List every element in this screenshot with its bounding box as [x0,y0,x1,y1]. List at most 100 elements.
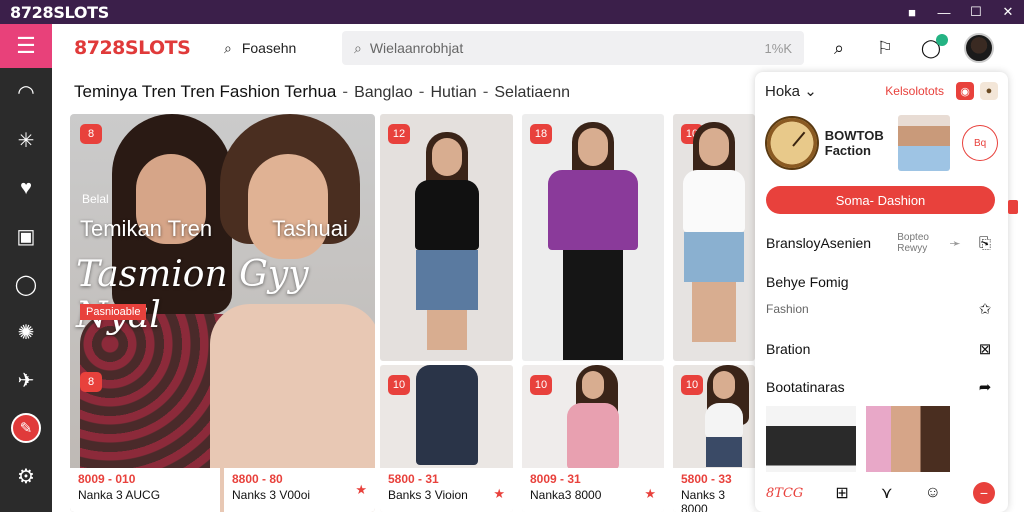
promo-image [898,115,951,171]
product-card[interactable]: 18 [522,114,664,361]
product-price: 8800 - 80 [232,472,283,486]
window-title: 8728SLOTS [10,2,110,22]
product-model [414,132,479,350]
product-card[interactable]: 12 [380,114,513,361]
signature-logo: 8TCG [766,485,804,501]
search-placeholder: Wielaanrobhjat [369,40,464,56]
product-price: 8009 - 010 [78,472,136,486]
panel-list-item[interactable]: Bration ⊠ [766,340,995,358]
star-outline-icon[interactable]: ✩ [975,300,995,318]
clock-icon [765,116,819,170]
panel-list-item[interactable]: BransloyAsenien Bopteo Rewyy ➛ ⎘ [766,232,995,254]
cog-icon: ⚙ [17,465,35,488]
panel-item-title: Behye Fomig [766,274,849,290]
sidebar-item-notes[interactable]: ◠ [0,68,52,116]
panel-footer: 8TCG ⊞ ⋎ ☺ − [766,482,995,504]
product-model [683,122,745,342]
avatar[interactable] [964,33,994,63]
promo-banner[interactable]: BOWTOB Faction Bq [765,114,998,172]
sidebar-item-active[interactable]: ✎ [0,404,52,452]
favorite-star-icon[interactable]: ★ [493,486,505,502]
product-card[interactable]: 8009 - 010 Nanka 3 AUCG [70,468,220,512]
filter-icon[interactable]: ⋎ [881,483,893,503]
maximize-button[interactable]: ☐ [960,0,992,24]
search-icon: ⌕ [224,39,232,56]
bookmark-outline-icon[interactable]: ⎘ [975,235,995,252]
favorite-star-icon[interactable]: ★ [355,482,367,498]
notification-dot [936,33,948,46]
product-model [567,365,619,469]
sidebar-item-settings[interactable]: ✺ [0,308,52,356]
gear-icon: ✺ [17,321,35,344]
panel-item-title: BransloyAsenien [766,235,872,251]
panel-link[interactable]: Kelsolotots [885,84,944,98]
product-info: 5800 - 33 Nanks 3 8000 [673,468,755,512]
panel-list-item-sub[interactable]: Fashion ✩ [766,300,995,318]
hero-tag: Pasnioable [80,304,147,320]
breadcrumb-item-3[interactable]: Selatiaenn [494,84,570,101]
cta-button[interactable]: Soma- Dashion [766,186,995,214]
product-badge: 12 [388,124,410,144]
breadcrumb-item-1[interactable]: Banglao [354,84,413,101]
hero-title: Temikan Tren Tashuai [80,216,348,242]
panel-item-title: Bration [766,341,811,357]
minimize-button[interactable]: — [928,0,960,24]
app-menu-icon[interactable]: ■ [896,0,928,24]
product-badge: 10 [388,375,410,395]
product-name: Nanks 3 8000 [681,488,726,512]
close-button[interactable]: ✕ [992,0,1024,24]
profile-icon[interactable]: ● [980,82,998,100]
sidebar-item-system[interactable]: ⚙ [0,452,52,500]
product-model [704,365,749,467]
panel-dropdown-label: Hoka [765,83,801,100]
search-icon-button[interactable]: ⌕ [816,38,862,59]
product-card[interactable]: 10 8009 - 31 Nanka3 8000 ★ [522,365,664,512]
arrow-icon: ➛ [949,234,961,251]
panel-list-item[interactable]: Bootatinaras ➦ [766,378,995,396]
remove-icon[interactable]: − [973,482,995,504]
edge-tab[interactable] [1008,200,1018,214]
hero-small-label: Belal [82,192,109,206]
chat-icon[interactable]: ◯ [908,33,954,59]
help-icon[interactable]: ⚐ [862,38,908,59]
product-info: 8009 - 31 Nanka3 8000 [522,468,664,512]
hero-banner[interactable]: 8 Belal Temikan Tren Tashuai Tasmion Gyy … [70,114,375,512]
side-panel: Hoka ⌄ Kelsolotots ◉ ● BOWTOB Faction Bq… [755,72,1008,512]
sidebar: ☰ ◠ ✳ ♥ ▣ ◯ ✺ ✈ ✎ ⚙ [0,24,52,512]
heart-icon: ♥ [20,176,32,199]
thumbnail-image[interactable] [866,406,950,472]
sidebar-item-flights[interactable]: ✈ [0,356,52,404]
favorite-star-icon[interactable]: ★ [644,486,656,502]
sidebar-item-shapes[interactable]: ◯ [0,260,52,308]
sidebar-item-inbox[interactable]: ▣ [0,212,52,260]
product-name: Nanka3 8000 [530,488,602,502]
mail-icon[interactable]: ⊠ [975,340,995,358]
hero-badge: 8 [80,124,102,144]
search-label-button[interactable]: ⌕ Foasehn [224,40,324,57]
hamburger-menu-icon[interactable]: ☰ [0,24,52,68]
panel-list-item[interactable]: Behye Fomig [766,274,995,290]
sidebar-item-favorites[interactable]: ♥ [0,164,52,212]
grid-icon[interactable]: ⊞ [835,483,848,503]
smiley-icon[interactable]: ☺ [925,484,941,502]
hero-badge-2: 8 [80,372,102,392]
sidebar-item-sparkle[interactable]: ✳ [0,116,52,164]
thumbnail-image[interactable] [766,406,856,472]
bookmark-icon[interactable]: ◉ [956,82,974,100]
promo-badge[interactable]: Bq [962,125,998,161]
product-card[interactable]: 10 5800 - 33 Nanks 3 8000 [673,365,755,512]
product-card[interactable]: 8800 - 80 Nanks 3 V00oi ★ [224,468,375,512]
product-card[interactable]: 10 5800 - 31 Banks 3 Vioion ★ [380,365,513,512]
brand-logo[interactable]: 8728SLOTS [74,37,224,59]
search-input-icon: ⌕ [354,39,362,56]
breadcrumb-item-2[interactable]: Hutian [430,84,476,101]
share-icon[interactable]: ➦ [975,378,995,396]
search-input[interactable]: ⌕ Wielaanrobhjat 1%K [342,31,804,65]
plane-icon: ✈ [17,369,35,392]
product-card[interactable]: 10 [673,114,755,361]
panel-dropdown[interactable]: Hoka ⌄ [765,82,885,100]
search-label-text: Foasehn [241,40,297,56]
panel-item-meta: Bopteo Rewyy [897,232,929,254]
panel-thumbnails [766,406,995,472]
circle-icon: ◯ [14,273,38,296]
